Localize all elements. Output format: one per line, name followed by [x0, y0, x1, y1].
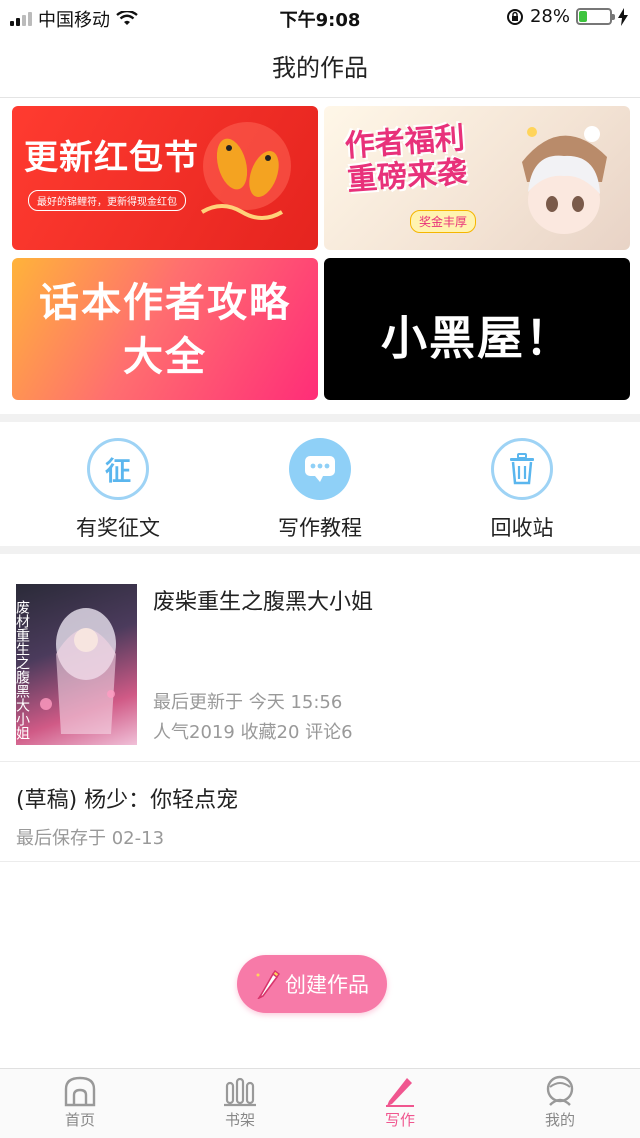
banner-blackroom[interactable]: 小黑屋！ — [324, 258, 630, 400]
banner-red-envelope-title: 更新红包节 — [24, 138, 199, 178]
tab-bookshelf-label: 书架 — [224, 1111, 255, 1129]
create-work-button[interactable]: 创建作品 — [237, 955, 387, 1013]
koi-fish-illustration — [200, 122, 291, 220]
trash-icon — [491, 438, 553, 500]
section-divider — [0, 546, 640, 554]
tab-mine-label: 我的 — [544, 1111, 575, 1129]
tab-home[interactable]: 首页 — [30, 1075, 130, 1130]
book-cover-title: 废材重生之腹黑大小姐 — [16, 600, 30, 740]
zheng-icon: 征 — [87, 438, 149, 500]
battery-percent: 28% — [529, 6, 570, 27]
tab-write[interactable]: 写作 — [350, 1075, 450, 1130]
tab-bookshelf[interactable]: 书架 — [190, 1075, 290, 1130]
work-updated-time: 最后更新于 今天 15:56 — [153, 692, 343, 713]
draft-title: (草稿) 杨少：你轻点宠 — [16, 788, 239, 813]
draft-saved-time: 最后保存于 02-13 — [16, 828, 165, 849]
tab-mine[interactable]: 我的 — [510, 1075, 610, 1130]
banner-author-welfare-title: 作者福利 重磅来袭 — [343, 120, 469, 199]
home-icon — [64, 1076, 96, 1107]
pencil-icon — [256, 969, 280, 999]
book-cover: 废材重生之腹黑大小姐 — [16, 584, 137, 745]
tab-write-label: 写作 — [384, 1111, 415, 1129]
draft-item[interactable]: (草稿) 杨少：你轻点宠 最后保存于 02-13 — [0, 762, 640, 862]
status-bar: 中国移动 下午9:08 28% — [0, 0, 640, 34]
action-essay-contest-label: 有奖征文 — [76, 516, 160, 540]
action-recycle-bin-label: 回收站 — [490, 516, 554, 540]
tab-bar: 首页 书架 写作 我的 — [0, 1068, 640, 1138]
profile-icon — [546, 1075, 574, 1106]
banner-blackroom-title: 小黑屋！ — [381, 311, 573, 365]
banner-author-guide[interactable]: 话本作者攻略 大全 — [12, 258, 318, 400]
chat-bubble-icon — [289, 438, 351, 500]
action-recycle-bin[interactable]: 回收站 — [452, 438, 592, 542]
action-writing-tutorial-label: 写作教程 — [278, 516, 362, 540]
banner-author-welfare-tag: 奖金丰厚 — [410, 210, 477, 233]
section-divider — [0, 414, 640, 422]
banner-red-envelope-subtitle: 最好的锦鲤符，更新得现金红包 — [28, 190, 186, 211]
create-work-label: 创建作品 — [285, 973, 369, 997]
action-essay-contest[interactable]: 征 有奖征文 — [48, 438, 188, 542]
banner-author-guide-title: 话本作者攻略 大全 — [39, 280, 291, 380]
quick-actions: 征 有奖征文 写作教程 回收站 — [0, 424, 640, 546]
pencil-icon — [386, 1078, 414, 1107]
banner-author-welfare[interactable]: 作者福利 重磅来袭 奖金丰厚 — [324, 106, 630, 250]
banner-red-envelope[interactable]: 更新红包节 最好的锦鲤符，更新得现金红包 — [12, 106, 318, 250]
work-title: 废柴重生之腹黑大小姐 — [153, 590, 374, 615]
rotation-lock-icon — [506, 8, 523, 25]
battery-icon — [576, 8, 615, 25]
work-stats: 人气2019 收藏20 评论6 — [153, 722, 353, 743]
work-item[interactable]: 废材重生之腹黑大小姐 废柴重生之腹黑大小姐 最后更新于 今天 15:56 人气2… — [0, 560, 640, 762]
action-writing-tutorial[interactable]: 写作教程 — [250, 438, 390, 542]
bookshelf-icon — [224, 1077, 256, 1107]
tab-home-label: 首页 — [64, 1111, 95, 1129]
anime-girl-illustration — [522, 126, 607, 234]
charging-icon — [618, 7, 628, 26]
page-title: 我的作品 — [0, 34, 640, 98]
